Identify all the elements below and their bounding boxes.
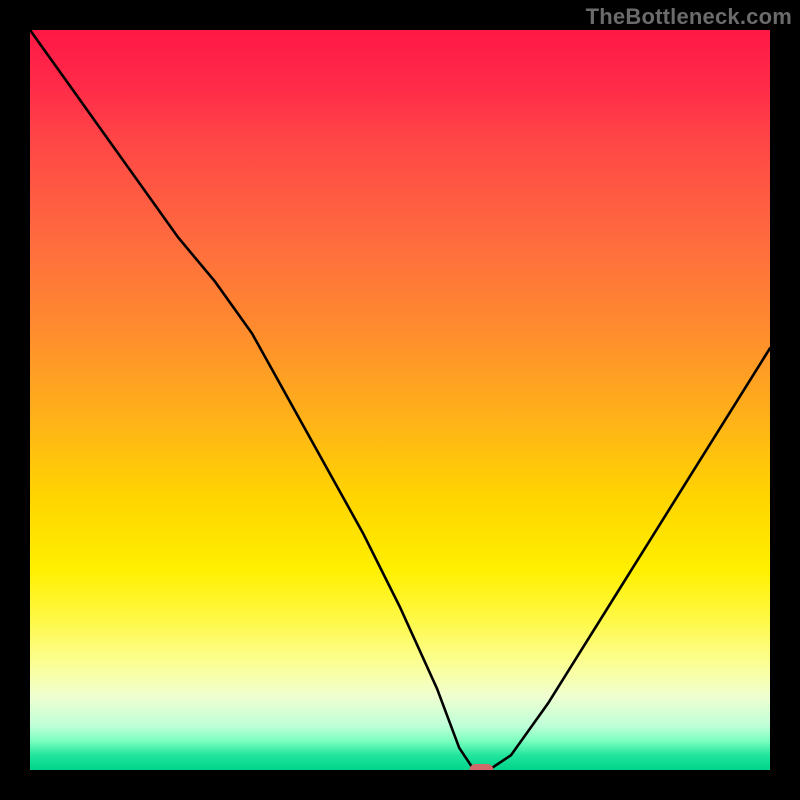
chart-svg — [30, 30, 770, 770]
plot-area — [30, 30, 770, 770]
bottleneck-curve-line — [30, 30, 770, 770]
optimal-point-marker — [469, 764, 493, 770]
chart-container: TheBottleneck.com — [0, 0, 800, 800]
watermark-text: TheBottleneck.com — [586, 4, 792, 30]
